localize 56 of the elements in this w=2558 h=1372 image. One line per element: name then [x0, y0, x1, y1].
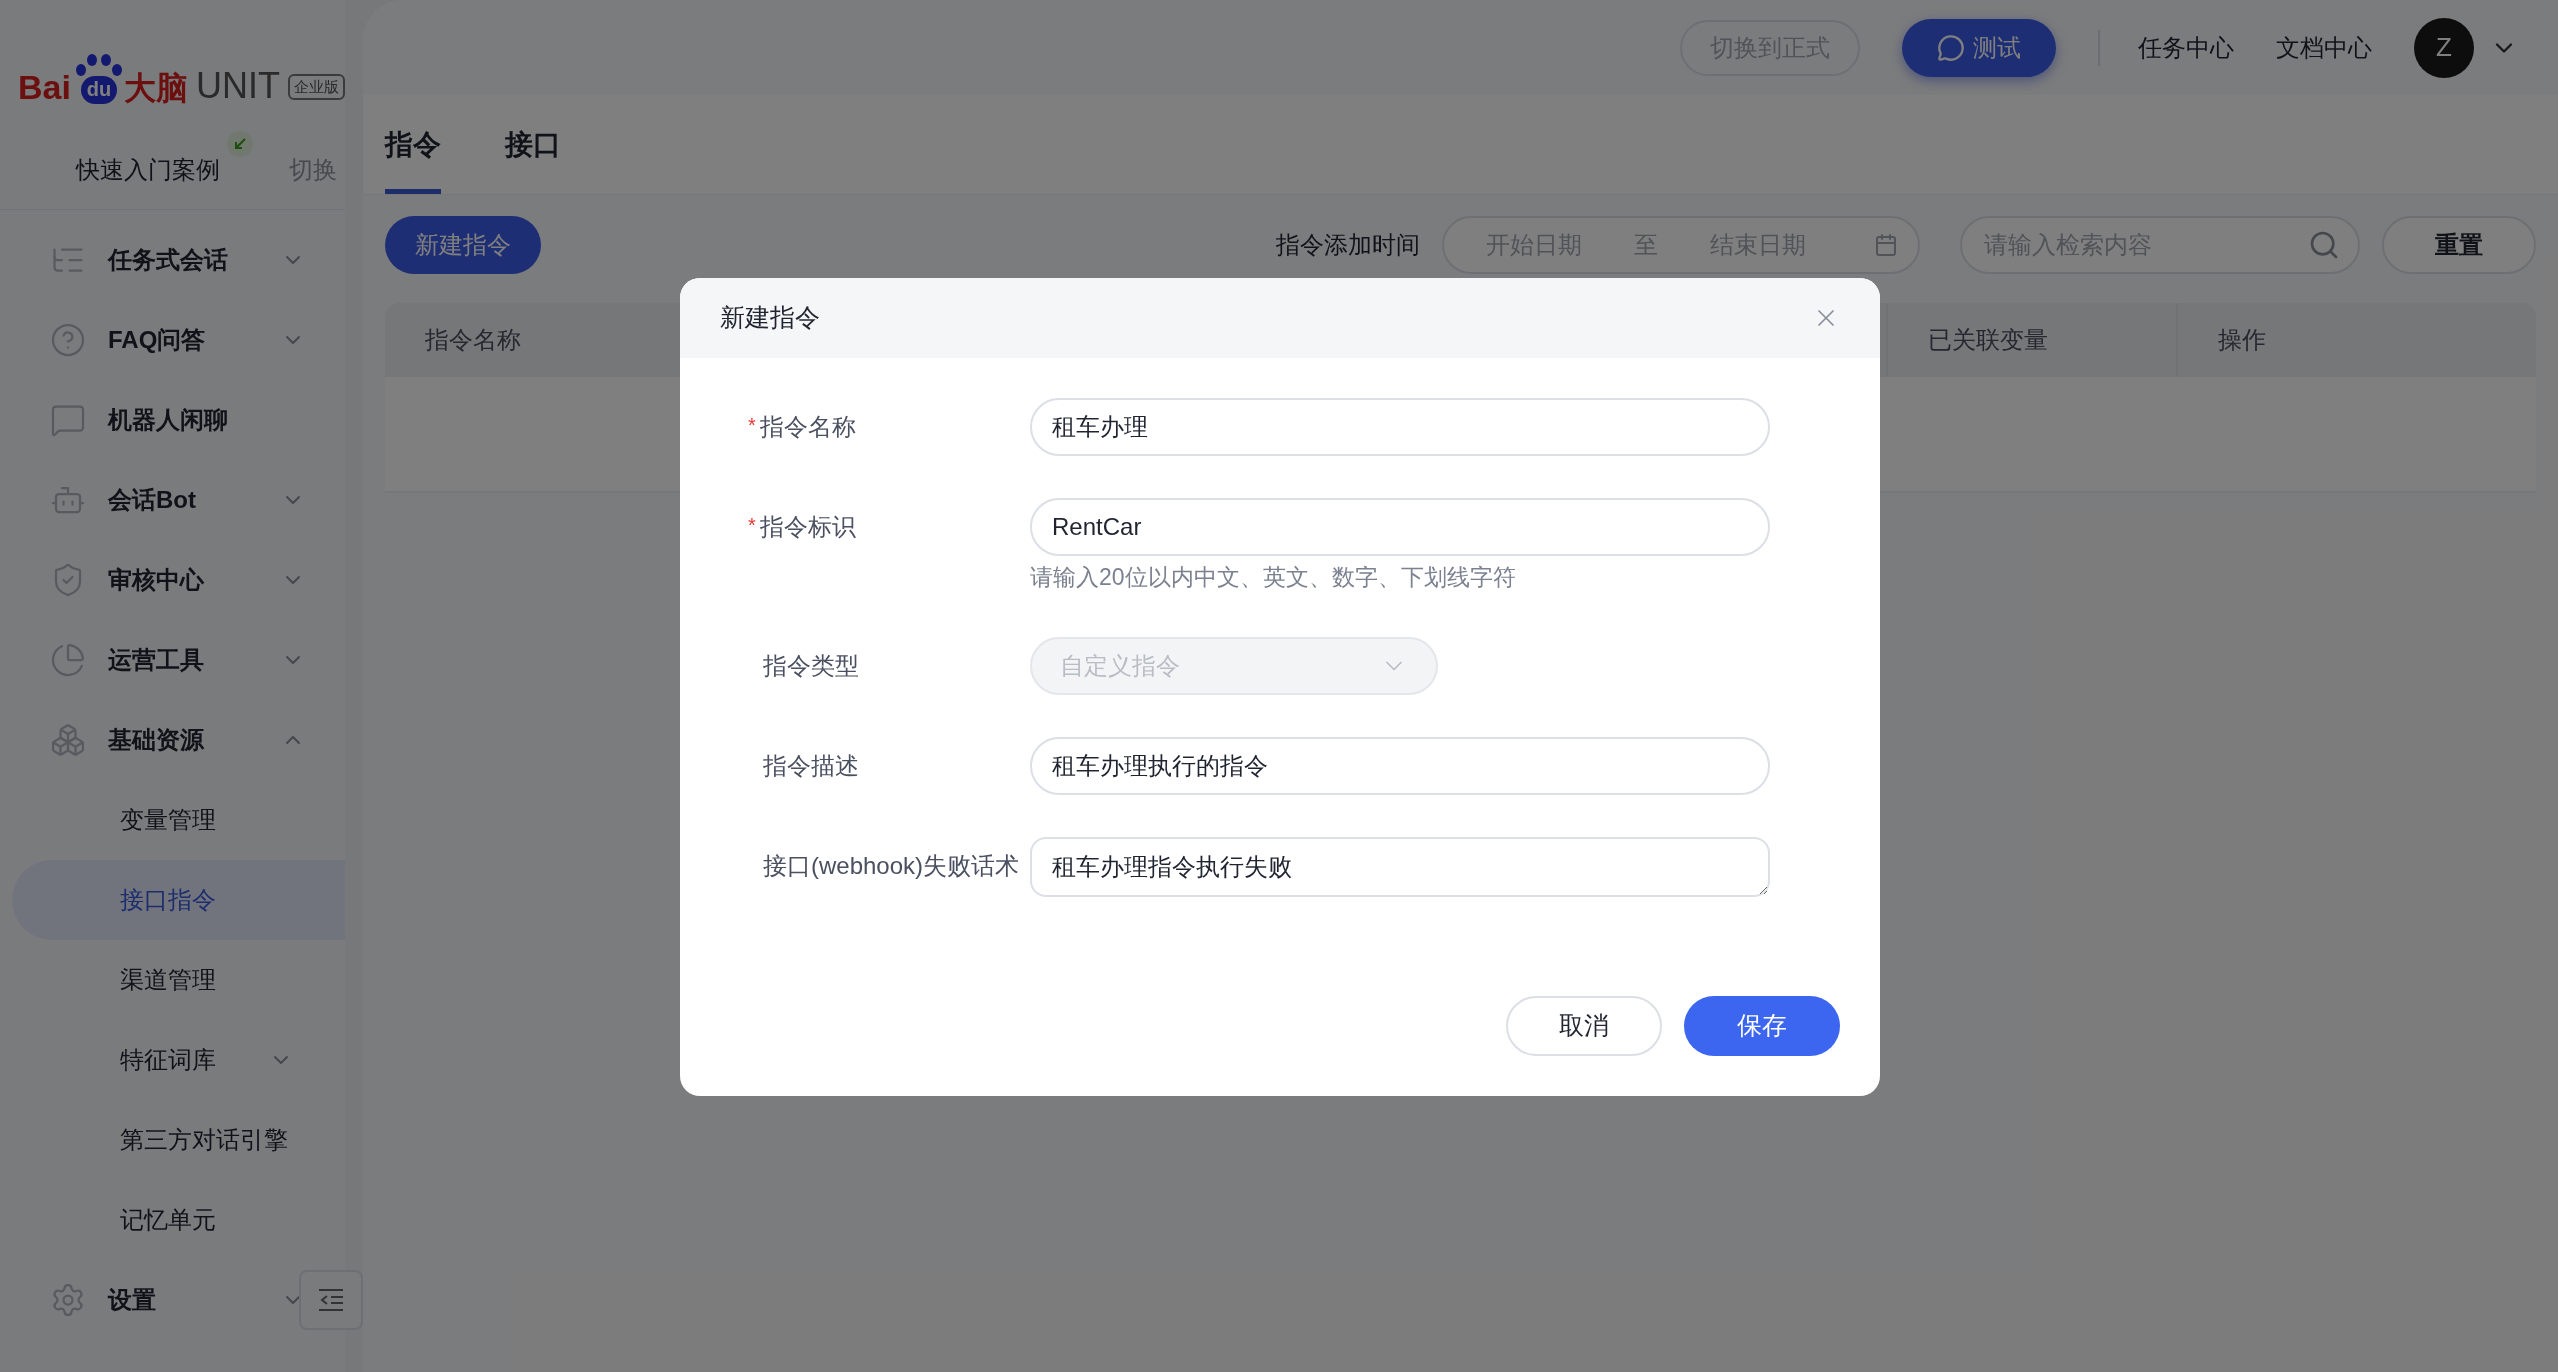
reset-button[interactable]: 重置: [2382, 216, 2536, 274]
sidebar-item[interactable]: 设置: [108, 1282, 156, 1318]
text-area[interactable]: 租车办理指令执行失败: [1030, 836, 1770, 897]
field-label: 指令类型: [763, 650, 859, 681]
dialog-button[interactable]: 取消: [1506, 996, 1662, 1056]
user-avatar[interactable]: Z: [2414, 17, 2474, 78]
pie-chart-icon: [50, 642, 86, 678]
field-label: 指令标识: [759, 512, 856, 542]
date-filter-label: 指令添加时间: [1276, 230, 1420, 260]
chat-icon: [1937, 33, 1965, 62]
sidebar-item[interactable]: FAQ问答: [108, 322, 206, 358]
sidebar-item[interactable]: 审核中心: [108, 562, 204, 598]
search-icon[interactable]: [2308, 229, 2340, 261]
question-icon: [50, 322, 86, 358]
product-name: UNIT: [196, 68, 280, 104]
sidebar-subitem[interactable]: 记忆单元: [12, 1180, 333, 1260]
test-button[interactable]: 测试: [1902, 18, 2056, 77]
quick-start-link[interactable]: 快速入门案例: [76, 151, 220, 188]
sidebar-item[interactable]: 会话Bot: [108, 482, 196, 518]
sidebar-subitem[interactable]: 变量管理: [12, 780, 333, 860]
sidebar-subitem[interactable]: 渠道管理: [12, 940, 333, 1020]
new-command-button[interactable]: 新建指令: [385, 216, 541, 274]
text-field[interactable]: 租车办理执行的指令: [1030, 736, 1770, 795]
sidebar-item[interactable]: 运营工具: [108, 642, 204, 678]
sidebar-subitem[interactable]: 接口指令: [12, 860, 345, 940]
chat-icon: [50, 402, 86, 438]
dialog-button[interactable]: 保存: [1684, 996, 1840, 1056]
field-label: 接口(webhook)失败话术: [763, 850, 1020, 881]
column-header: 指令名称: [425, 325, 521, 355]
paw-logo: du: [74, 54, 120, 104]
logo-text: 大脑: [124, 72, 188, 104]
field-label: 指令名称: [759, 412, 856, 442]
column-header: 已关联变量: [1928, 325, 2048, 355]
calendar-icon: [1874, 233, 1898, 257]
settings-icon: [50, 1282, 86, 1318]
tab[interactable]: 接口: [505, 94, 561, 194]
column-header: 操作: [2218, 325, 2266, 355]
field-hint: 请输入20位以内中文、英文、数字、下划线字符: [1030, 563, 1517, 592]
sidebar-subitem[interactable]: 第三方对话引擎: [12, 1100, 333, 1180]
sidebar-item[interactable]: 基础资源: [108, 722, 204, 758]
header-link[interactable]: 文档中心: [2276, 29, 2372, 66]
header-link[interactable]: 任务中心: [2138, 29, 2234, 66]
required-asterisk: *: [748, 413, 756, 438]
sidebar-item[interactable]: 任务式会话: [108, 242, 228, 278]
text-field[interactable]: RentCar: [1030, 498, 1770, 556]
field-label: 指令描述: [763, 750, 859, 781]
collapse-sidebar-button[interactable]: [299, 1270, 363, 1330]
edition-badge: 企业版: [288, 74, 345, 100]
sidebar-subitem[interactable]: 特征词库: [12, 1020, 333, 1100]
logo-text: Bai: [18, 70, 71, 104]
collapse-icon: [317, 1288, 345, 1312]
required-asterisk: *: [748, 513, 756, 538]
text-field[interactable]: 租车办理: [1030, 398, 1770, 456]
dialog-title: 新建指令: [720, 302, 820, 334]
cubes-icon: [50, 722, 86, 758]
sidebar-item[interactable]: 机器人闲聊: [108, 402, 228, 438]
